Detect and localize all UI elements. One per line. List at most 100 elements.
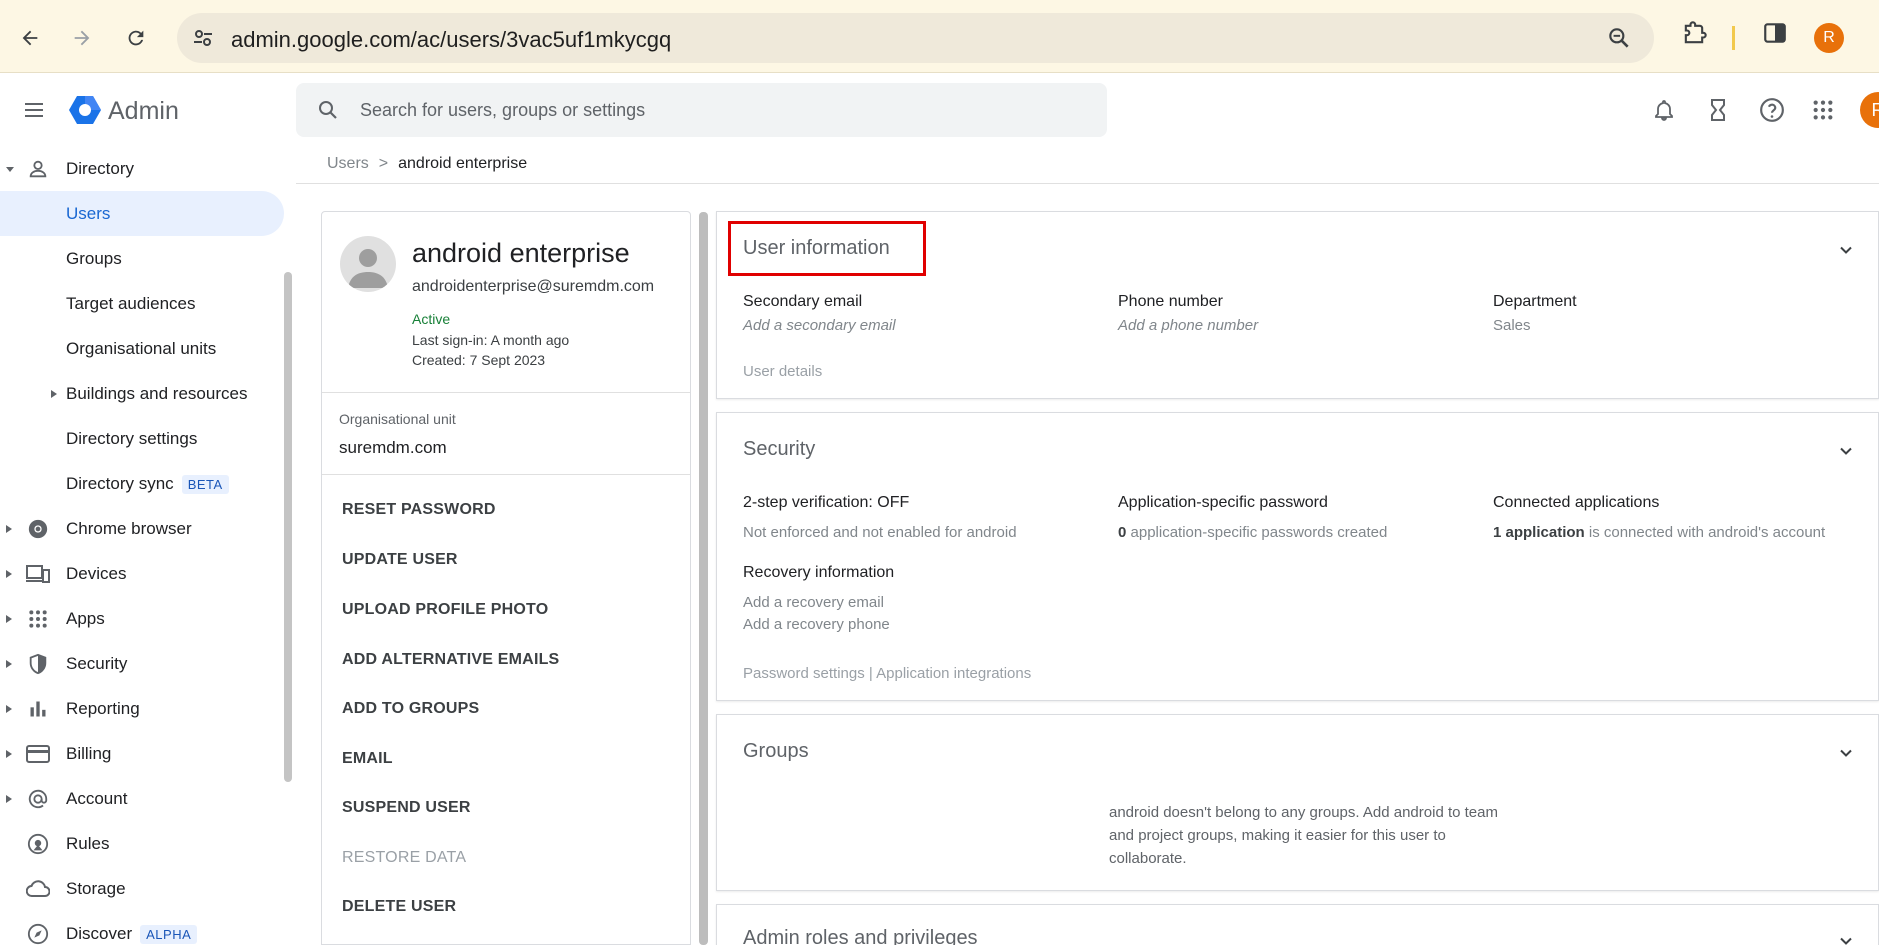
last-signin: Last sign-in: A month ago xyxy=(412,332,570,348)
user-details-link[interactable]: User details xyxy=(743,363,822,380)
sidebar: Directory Users Groups Target audiences … xyxy=(0,146,296,945)
groups-title[interactable]: Groups xyxy=(743,740,809,763)
sidebar-item-reporting[interactable]: Reporting xyxy=(0,686,284,731)
devices-icon xyxy=(26,562,50,586)
phone-number-label: Phone number xyxy=(1118,293,1223,310)
main-menu-icon[interactable] xyxy=(22,98,46,127)
main-scrollbar[interactable] xyxy=(699,212,708,945)
zoom-icon[interactable] xyxy=(1606,25,1632,56)
notifications-bell-icon[interactable] xyxy=(1650,96,1678,124)
toolbar-divider xyxy=(1732,26,1735,50)
sidebar-item-devices[interactable]: Devices xyxy=(0,551,284,596)
ou-value: suremdm.com xyxy=(339,438,447,457)
recovery-phone[interactable]: Add a recovery phone xyxy=(743,616,890,633)
groups-empty-message: android doesn't belong to any groups. Ad… xyxy=(1109,804,1498,867)
sidebar-item-discover[interactable]: Discover ALPHA xyxy=(0,911,284,945)
restore-data-button: RESTORE DATA xyxy=(342,849,467,866)
sidebar-scrollbar[interactable] xyxy=(284,272,292,782)
reload-icon xyxy=(128,30,144,46)
chevron-down-icon[interactable] xyxy=(1838,745,1854,761)
admin-logo-icon[interactable] xyxy=(69,95,101,130)
email-button[interactable]: EMAIL xyxy=(342,750,393,768)
forward-button[interactable] xyxy=(64,20,100,56)
app-title[interactable]: Admin xyxy=(108,97,179,126)
site-info-icon[interactable] xyxy=(191,26,215,55)
sidebar-item-users[interactable]: Users xyxy=(0,191,284,236)
browser-profile-avatar[interactable]: R xyxy=(1814,23,1844,53)
collapsed-caret-icon xyxy=(5,519,15,539)
side-panel-icon[interactable] xyxy=(1762,20,1788,51)
sidebar-item-rules[interactable]: Rules xyxy=(0,821,284,866)
search-input[interactable] xyxy=(360,83,1080,137)
collapsed-caret-icon[interactable] xyxy=(50,384,58,404)
sidebar-item-directory-sync[interactable]: Directory sync BETA xyxy=(0,461,284,506)
sidebar-item-chrome-browser[interactable]: Chrome browser xyxy=(0,506,284,551)
breadcrumb-users-link[interactable]: Users xyxy=(327,155,369,172)
sidebar-item-storage[interactable]: Storage xyxy=(0,866,284,911)
admin-roles-title[interactable]: Admin roles and privileges xyxy=(743,927,978,945)
search-icon xyxy=(316,98,340,127)
update-user-button[interactable]: UPDATE USER xyxy=(342,551,458,569)
compass-icon xyxy=(26,922,50,945)
collapsed-caret-icon xyxy=(5,609,15,629)
account-avatar[interactable]: R xyxy=(1860,92,1879,128)
security-title[interactable]: Security xyxy=(743,438,815,461)
avatar[interactable] xyxy=(340,236,396,292)
collapsed-caret-icon xyxy=(5,564,15,584)
address-bar[interactable]: admin.google.com/ac/users/3vac5uf1mkycgq xyxy=(177,13,1654,63)
alpha-badge: ALPHA xyxy=(140,924,198,944)
apps-launcher-icon[interactable] xyxy=(1809,96,1837,124)
phone-number-value[interactable]: Add a phone number xyxy=(1118,317,1258,334)
reload-button[interactable] xyxy=(118,20,154,56)
sidebar-item-apps[interactable]: Apps xyxy=(0,596,284,641)
admin-header: Admin R xyxy=(0,74,1879,146)
sidebar-item-directory[interactable]: Directory xyxy=(0,146,284,191)
security-panel: Security 2-step verification: OFF Not en… xyxy=(716,412,1879,701)
secondary-email-label: Secondary email xyxy=(743,293,863,310)
suspend-user-button[interactable]: SUSPEND USER xyxy=(342,799,471,817)
sidebar-item-security[interactable]: Security xyxy=(0,641,284,686)
help-icon[interactable] xyxy=(1758,96,1786,124)
sidebar-item-directory-settings[interactable]: Directory settings xyxy=(0,416,284,461)
add-to-groups-button[interactable]: ADD TO GROUPS xyxy=(342,700,479,718)
back-button[interactable] xyxy=(12,20,48,56)
add-alternative-emails-button[interactable]: ADD ALTERNATIVE EMAILS xyxy=(342,651,559,669)
sidebar-item-buildings-and-resources[interactable]: Buildings and resources xyxy=(0,371,284,416)
extensions-icon[interactable] xyxy=(1680,20,1708,53)
sidebar-item-target-audiences[interactable]: Target audiences xyxy=(0,281,284,326)
beta-badge: BETA xyxy=(181,474,229,494)
recovery-email[interactable]: Add a recovery email xyxy=(743,594,884,611)
search-bar[interactable] xyxy=(296,83,1107,137)
user-name: android enterprise xyxy=(412,238,630,268)
app-password-value: 0 application-specific passwords created xyxy=(1118,524,1388,541)
at-sign-icon xyxy=(26,787,50,811)
delete-user-button[interactable]: DELETE USER xyxy=(342,898,456,916)
security-links[interactable]: Password settings | Application integrat… xyxy=(743,665,1031,682)
forward-arrow-icon xyxy=(74,30,90,46)
created-date: Created: 7 Sept 2023 xyxy=(412,352,546,368)
tasks-hourglass-icon[interactable] xyxy=(1704,96,1732,124)
connected-apps-label: Connected applications xyxy=(1493,494,1660,511)
collapsed-caret-icon xyxy=(5,744,15,764)
reset-password-button[interactable]: RESET PASSWORD xyxy=(342,501,496,519)
user-email: androidenterprise@suremdm.com xyxy=(412,278,655,295)
sidebar-item-billing[interactable]: Billing xyxy=(0,731,284,776)
connected-apps-value: 1 application is connected with android'… xyxy=(1493,524,1826,541)
breadcrumb-current: android enterprise xyxy=(398,155,528,172)
breadcrumb-divider xyxy=(296,183,1879,184)
chevron-down-icon[interactable] xyxy=(1838,242,1854,258)
chrome-icon xyxy=(26,517,50,541)
chevron-down-icon[interactable] xyxy=(1838,443,1854,459)
recovery-label: Recovery information xyxy=(743,564,895,581)
sidebar-item-groups[interactable]: Groups xyxy=(0,236,284,281)
upload-profile-photo-button[interactable]: UPLOAD PROFILE PHOTO xyxy=(342,601,548,619)
chevron-down-icon[interactable] xyxy=(1838,933,1854,945)
sidebar-item-account[interactable]: Account xyxy=(0,776,284,821)
sidebar-item-organisational-units[interactable]: Organisational units xyxy=(0,326,284,371)
department-label: Department xyxy=(1493,293,1577,310)
two-step-label: 2-step verification: OFF xyxy=(743,494,910,511)
breadcrumb: Users > android enterprise xyxy=(327,155,527,173)
url-text[interactable]: admin.google.com/ac/users/3vac5uf1mkycgq xyxy=(231,27,671,53)
secondary-email-value[interactable]: Add a secondary email xyxy=(743,317,896,334)
default-user-icon xyxy=(348,249,388,288)
